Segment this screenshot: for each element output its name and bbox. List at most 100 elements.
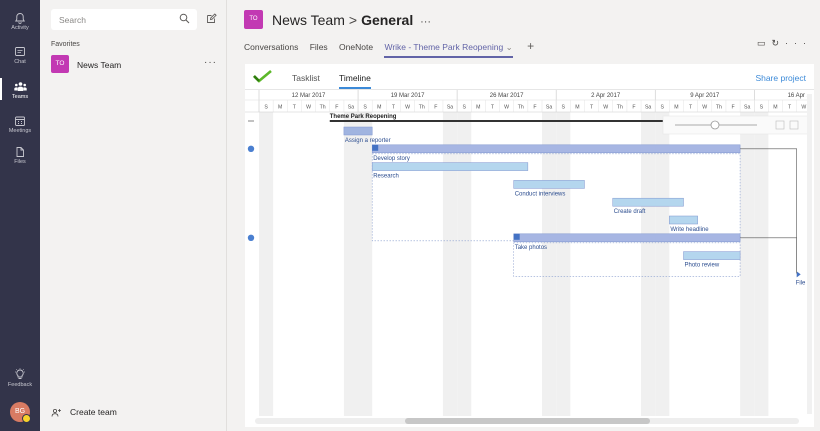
search-placeholder: Search xyxy=(59,15,86,25)
day-label: W xyxy=(801,105,806,111)
teams-panel: Search Favorites TO News Team ··· Create… xyxy=(40,0,227,431)
tab-files[interactable]: Files xyxy=(310,42,328,52)
day-label: M xyxy=(377,105,381,111)
bell-icon xyxy=(15,13,25,24)
day-label: Sa xyxy=(348,105,354,111)
weekend-column xyxy=(740,90,755,416)
rail-feedback-label: Feedback xyxy=(7,382,33,388)
share-project-button[interactable]: Share project xyxy=(755,73,806,83)
create-team-button[interactable]: Create team xyxy=(51,407,117,418)
header-more-icon[interactable]: ··· xyxy=(420,16,431,28)
task-label: Take photos xyxy=(515,245,547,251)
day-label: F xyxy=(533,105,536,111)
day-label: F xyxy=(731,105,734,111)
tab-actions: ▭↻··· xyxy=(757,38,812,49)
add-tab-button[interactable]: + xyxy=(527,39,534,53)
create-team-label: Create team xyxy=(70,407,117,417)
task-label: Photo review xyxy=(685,263,720,269)
page-title: News Team > General ··· xyxy=(272,12,431,28)
team-name: News Team xyxy=(77,60,122,70)
favorites-heading: Favorites xyxy=(51,41,80,48)
tab-wrike[interactable]: Wrike - Theme Park Reopening ⌄ xyxy=(384,42,513,58)
rail-chat[interactable]: Chat xyxy=(0,46,40,65)
channel-view: TO News Team > General ··· Conversations F… xyxy=(228,0,820,431)
day-label: Th xyxy=(320,105,326,111)
scroll-thumb[interactable] xyxy=(405,418,650,424)
task-bar xyxy=(513,180,585,189)
task-label: Create draft xyxy=(614,209,646,215)
compose-icon[interactable] xyxy=(206,13,217,24)
rail-feedback[interactable]: Feedback xyxy=(0,368,40,388)
day-label: Th xyxy=(419,105,425,111)
wrike-logo-icon xyxy=(253,70,272,83)
timeline-header xyxy=(245,90,807,112)
rail-activity-label: Activity xyxy=(11,25,29,31)
rail-files[interactable]: Files xyxy=(0,146,40,165)
task-label: Develop story xyxy=(373,156,410,162)
day-label: W xyxy=(405,105,410,111)
more-icon[interactable]: ··· xyxy=(785,38,812,48)
zoom-handle xyxy=(710,120,720,130)
search-input[interactable]: Search xyxy=(51,9,197,30)
gantt-chart: 12 Mar 2017 19 Mar 2017 26 Mar 2017 2 Apr 2… xyxy=(245,90,820,427)
horizontal-scrollbar[interactable] xyxy=(255,418,799,424)
group-toggle xyxy=(513,233,520,240)
app-rail: Activity Chat Teams Meetings Files Feedb… xyxy=(0,0,40,431)
weekend-column xyxy=(457,90,472,416)
weekend-column xyxy=(641,90,656,416)
day-label: Th xyxy=(617,105,623,111)
day-label: F xyxy=(335,105,338,111)
task-bar xyxy=(513,233,741,243)
day-label: S xyxy=(264,105,268,111)
task-bar xyxy=(371,162,529,171)
tab-wrike-label: Wrike - Theme Park Reopening xyxy=(384,42,504,52)
day-label: Th xyxy=(518,105,524,111)
rail-teams[interactable]: Teams xyxy=(0,78,40,100)
task-label: Conduct interviews xyxy=(515,191,566,197)
teams-icon xyxy=(13,82,27,91)
tab-conversations[interactable]: Conversations xyxy=(244,42,298,52)
weekend-column xyxy=(556,90,571,416)
add-team-icon xyxy=(51,408,61,417)
header-channel-name: General xyxy=(361,12,414,28)
tab-onenote[interactable]: OneNote xyxy=(339,42,373,52)
day-label: S xyxy=(561,105,565,111)
conversation-icon[interactable]: ▭ xyxy=(757,38,772,48)
day-label: Sa xyxy=(645,105,651,111)
search-icon xyxy=(179,13,190,24)
wrike-toolbar: Tasklist Timeline Share project xyxy=(245,64,814,90)
task-label: Research xyxy=(373,174,399,180)
day-label: S xyxy=(661,105,665,111)
breadcrumb-separator: > xyxy=(348,12,358,28)
rail-meetings[interactable]: Meetings xyxy=(0,115,40,134)
weekend-column xyxy=(442,90,458,416)
chat-icon xyxy=(15,47,25,56)
task-label: Write headline xyxy=(670,227,709,233)
avatar[interactable]: BG xyxy=(10,402,31,423)
day-label: Th xyxy=(716,105,722,111)
day-label: W xyxy=(306,105,311,111)
gantt-svg: 12 Mar 2017 19 Mar 2017 26 Mar 2017 2 Apr 2… xyxy=(245,90,820,416)
tab-tasklist[interactable]: Tasklist xyxy=(292,73,320,83)
day-label: F xyxy=(434,105,437,111)
more-options-icon[interactable]: ··· xyxy=(204,57,217,68)
rail-activity[interactable]: Activity xyxy=(0,12,40,31)
milestone-marker xyxy=(796,271,801,278)
header-team-name[interactable]: News Team xyxy=(272,12,345,28)
channel-tabs: Conversations Files OneNote Wrike - Them… xyxy=(244,39,543,58)
week-label: 9 Apr 2017 xyxy=(690,93,720,99)
team-tile: TO xyxy=(51,55,69,73)
task-bar xyxy=(612,197,684,207)
refresh-icon[interactable]: ↻ xyxy=(771,38,785,48)
task-bar xyxy=(669,215,698,225)
group-row-marker xyxy=(247,234,255,241)
task-bar xyxy=(371,144,741,154)
weekend-column xyxy=(542,90,557,416)
vertical-scrollbar[interactable] xyxy=(807,94,812,414)
wrike-app: Tasklist Timeline Share project 12 Mar 2… xyxy=(245,64,820,427)
week-label: 26 Mar 2017 xyxy=(490,93,524,99)
week-label: 12 Mar 2017 xyxy=(292,93,326,99)
team-item-news-team[interactable]: TO News Team ··· xyxy=(40,53,227,75)
week-label: 19 Mar 2017 xyxy=(391,93,425,99)
tab-timeline[interactable]: Timeline xyxy=(339,73,371,89)
